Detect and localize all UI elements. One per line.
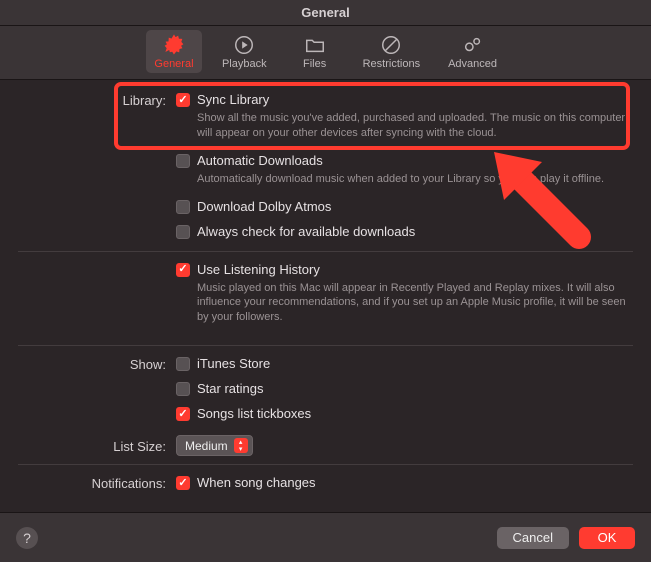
row-notifications: Notifications: When song changes [18,473,633,496]
checkbox-label: Sync Library [197,92,269,107]
checkbox-label: Always check for available downloads [197,224,415,239]
checkbox-label: Star ratings [197,381,263,396]
gear-icon [163,34,185,56]
checkbox-itunes-store[interactable] [176,357,190,371]
folder-icon [304,34,326,56]
checkbox-songs-tickboxes[interactable] [176,407,190,421]
desc-sync-library: Show all the music you've added, purchas… [197,111,627,141]
checkrow-listening-history[interactable]: Use Listening History [176,262,633,277]
tab-label: Playback [222,58,267,70]
tab-label: Files [303,58,326,70]
tab-label: General [154,58,193,70]
tab-files[interactable]: Files [287,30,343,73]
checkbox-label: Download Dolby Atmos [197,199,331,214]
checkbox-label: iTunes Store [197,356,270,371]
checkbox-listening-history[interactable] [176,263,190,277]
row-show: Show: iTunes Store Star ratings Songs li… [18,354,633,427]
checkbox-dolby-atmos[interactable] [176,200,190,214]
checkrow-song-changes[interactable]: When song changes [176,475,633,490]
row-library: Library: Sync Library Show all the music… [18,90,633,245]
checkbox-label: When song changes [197,475,316,490]
checkrow-dolby-atmos[interactable]: Download Dolby Atmos [176,199,633,214]
checkrow-sync-library[interactable]: Sync Library [176,92,633,107]
footer: ? Cancel OK [0,512,651,562]
checkbox-sync-library[interactable] [176,93,190,107]
ok-button[interactable]: OK [579,527,635,549]
section-label-library: Library: [18,92,176,108]
checkbox-label: Songs list tickboxes [197,406,311,421]
checkrow-auto-downloads[interactable]: Automatic Downloads [176,153,633,168]
tab-advanced[interactable]: Advanced [440,30,505,73]
checkrow-star-ratings[interactable]: Star ratings [176,381,633,396]
tab-label: Restrictions [363,58,420,70]
gears-icon [462,34,484,56]
checkbox-check-downloads[interactable] [176,225,190,239]
restrictions-icon [380,34,402,56]
tab-playback[interactable]: Playback [214,30,275,73]
desc-listening-history: Music played on this Mac will appear in … [197,281,627,326]
checkrow-itunes-store[interactable]: iTunes Store [176,356,633,371]
play-icon [233,34,255,56]
checkbox-auto-downloads[interactable] [176,154,190,168]
section-label-listsize: List Size: [18,438,176,454]
divider [18,345,633,346]
divider [18,251,633,252]
checkbox-song-changes[interactable] [176,476,190,490]
window-title: General [0,0,651,26]
tab-restrictions[interactable]: Restrictions [355,30,428,73]
tab-general[interactable]: General [146,30,202,73]
prefs-toolbar: General Playback Files Restrictions Adva… [0,26,651,80]
listsize-select[interactable]: Medium [176,435,253,456]
row-history: Use Listening History Music played on th… [18,260,633,340]
checkrow-check-downloads[interactable]: Always check for available downloads [176,224,633,239]
checkrow-songs-tickboxes[interactable]: Songs list tickboxes [176,406,633,421]
cancel-button[interactable]: Cancel [497,527,569,549]
prefs-content: Library: Sync Library Show all the music… [0,80,651,520]
select-arrows-icon [234,438,248,453]
row-listsize: List Size: Medium [18,433,633,458]
checkbox-label: Automatic Downloads [197,153,323,168]
desc-auto-downloads: Automatically download music when added … [197,172,627,187]
section-label-show: Show: [18,356,176,372]
divider [18,464,633,465]
tab-label: Advanced [448,58,497,70]
section-label-empty [18,262,176,263]
section-label-notifications: Notifications: [18,475,176,491]
help-button[interactable]: ? [16,527,38,549]
checkbox-star-ratings[interactable] [176,382,190,396]
checkbox-label: Use Listening History [197,262,320,277]
select-value: Medium [185,439,228,453]
